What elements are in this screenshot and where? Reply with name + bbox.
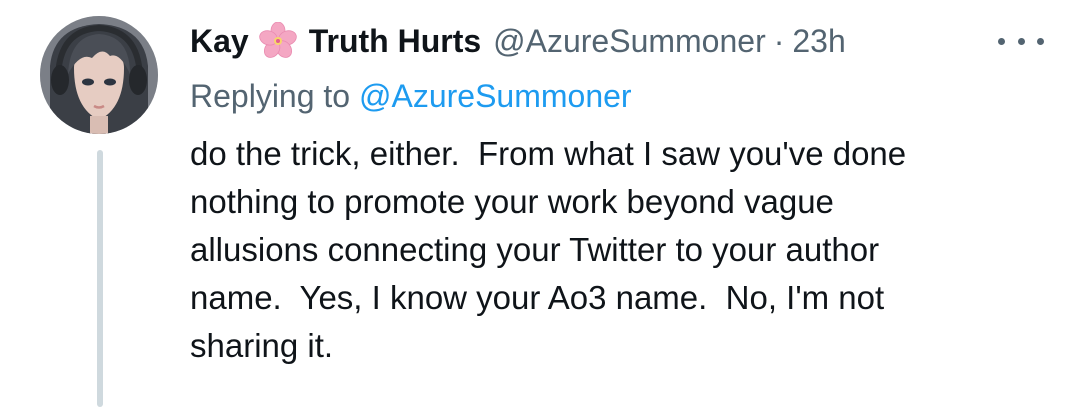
replying-to-mention[interactable]: @AzureSummoner [359, 78, 632, 114]
tweet-body-line: name. Yes, I know your Ao3 name. No, I'm… [190, 279, 885, 316]
replying-to-line: Replying to @AzureSummoner [190, 74, 632, 118]
avatar-image [40, 16, 158, 134]
tweet-card[interactable]: Kay Truth Hurts @AzureSummoner · 23h Rep… [0, 0, 1080, 407]
replying-to-prefix: Replying to [190, 78, 359, 114]
tweet-body-line: nothing to promote your work beyond vagu… [190, 183, 834, 220]
author-handle[interactable]: @AzureSummoner [493, 18, 766, 64]
author-name[interactable]: Kay [190, 18, 249, 64]
tweet-body: do the trick, either. From what I saw yo… [190, 130, 1050, 370]
tweet-timestamp[interactable]: 23h [792, 18, 845, 64]
author-name-suffix[interactable]: Truth Hurts [309, 18, 481, 64]
header-separator: · [773, 23, 785, 59]
avatar[interactable] [40, 16, 158, 134]
more-options-icon[interactable] [994, 22, 1048, 60]
cherry-blossom-icon [258, 21, 297, 60]
thread-connector-line [97, 150, 103, 407]
tweet-body-line: sharing it. [190, 327, 334, 364]
tweet-body-line: allusions connecting your Twitter to you… [190, 231, 880, 268]
tweet-header: Kay Truth Hurts @AzureSummoner · 23h [190, 18, 846, 64]
tweet-body-line: do the trick, either. From what I saw yo… [190, 135, 907, 172]
